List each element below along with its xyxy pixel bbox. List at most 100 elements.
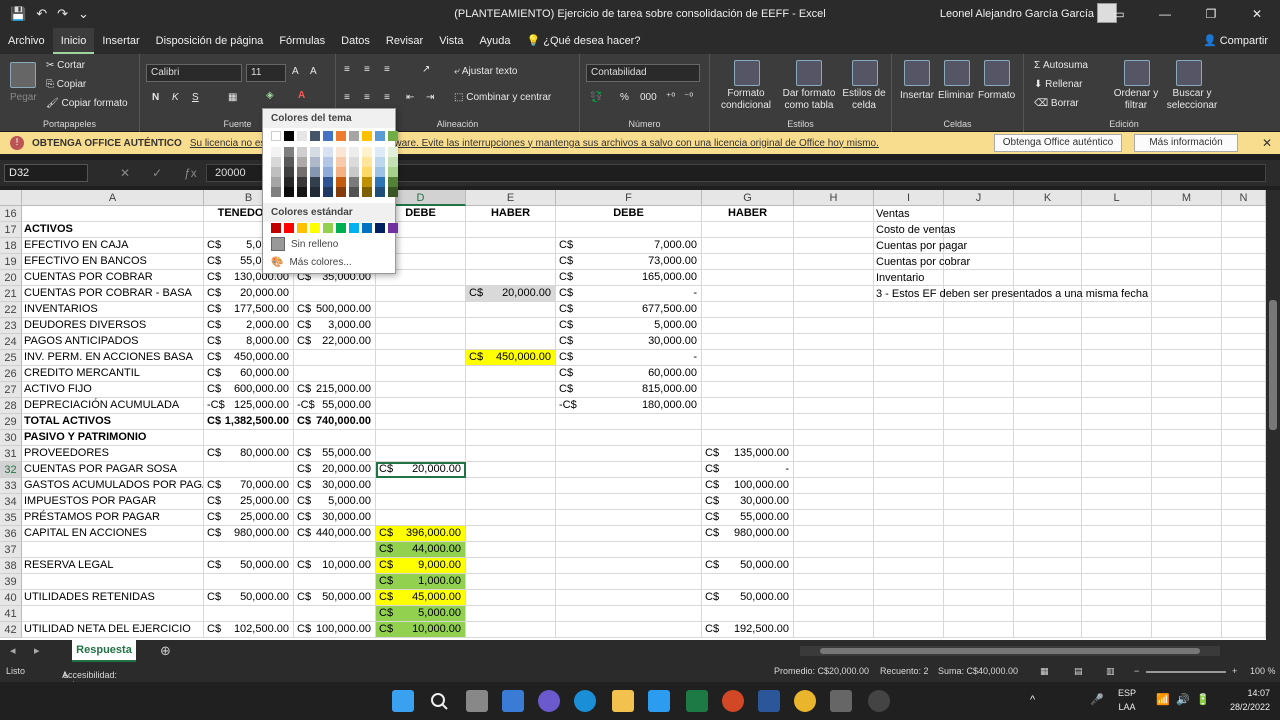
column-header-h[interactable]: H bbox=[794, 190, 874, 206]
cell[interactable] bbox=[1082, 558, 1152, 574]
row-header-19[interactable]: 19 bbox=[0, 254, 22, 270]
next-sheet-icon[interactable]: ▸ bbox=[34, 644, 40, 657]
font-size-select[interactable]: 11 bbox=[246, 64, 286, 82]
cell[interactable] bbox=[376, 286, 466, 302]
theme-color-swatch[interactable] bbox=[323, 131, 333, 141]
cell[interactable] bbox=[944, 430, 1014, 446]
cell[interactable]: INV. PERM. EN ACCIONES BASA bbox=[22, 350, 204, 366]
cell[interactable] bbox=[294, 350, 376, 366]
maximize-button[interactable]: ❐ bbox=[1188, 0, 1234, 28]
sheet-tab-respuesta[interactable]: Respuesta bbox=[72, 640, 136, 662]
theme-color-swatch[interactable] bbox=[349, 167, 359, 177]
cell[interactable] bbox=[376, 414, 466, 430]
theme-color-swatch[interactable] bbox=[310, 147, 320, 157]
cell[interactable] bbox=[1152, 414, 1222, 430]
cell[interactable] bbox=[944, 478, 1014, 494]
cell[interactable] bbox=[466, 446, 556, 462]
cell[interactable] bbox=[874, 542, 944, 558]
row-header-37[interactable]: 37 bbox=[0, 542, 22, 558]
chrome-icon[interactable] bbox=[794, 690, 816, 712]
cell[interactable] bbox=[794, 478, 874, 494]
theme-color-swatch[interactable] bbox=[297, 157, 307, 167]
tab-datos[interactable]: Datos bbox=[333, 28, 378, 54]
cell[interactable] bbox=[1014, 270, 1082, 286]
cell[interactable] bbox=[1222, 286, 1266, 302]
column-header-a[interactable]: A bbox=[22, 190, 204, 206]
cell[interactable] bbox=[944, 494, 1014, 510]
cell[interactable] bbox=[556, 590, 702, 606]
row-header-21[interactable]: 21 bbox=[0, 286, 22, 302]
cell[interactable] bbox=[1082, 270, 1152, 286]
cell[interactable]: INVENTARIOS bbox=[22, 302, 204, 318]
cell[interactable] bbox=[1222, 398, 1266, 414]
cell[interactable]: EFECTIVO EN CAJA bbox=[22, 238, 204, 254]
cell[interactable] bbox=[794, 366, 874, 382]
cell[interactable]: C$ 20,000.00 bbox=[294, 462, 376, 478]
cell[interactable]: C$ 45,000.00 bbox=[376, 590, 466, 606]
user-name[interactable]: Leonel Alejandro García García bbox=[940, 8, 1094, 20]
cell[interactable] bbox=[1152, 510, 1222, 526]
prev-sheet-icon[interactable]: ◂ bbox=[10, 644, 16, 657]
cell[interactable] bbox=[1082, 526, 1152, 542]
theme-color-swatch[interactable] bbox=[323, 187, 333, 197]
cell[interactable] bbox=[1222, 526, 1266, 542]
cell[interactable]: C$ 102,500.00 bbox=[204, 622, 294, 638]
cell[interactable] bbox=[376, 494, 466, 510]
theme-color-swatch[interactable] bbox=[375, 147, 385, 157]
wrap-text-button[interactable]: ⤶ Ajustar texto bbox=[454, 66, 517, 77]
cell[interactable] bbox=[466, 622, 556, 638]
align-center-icon[interactable]: ≡ bbox=[364, 92, 370, 103]
cell[interactable] bbox=[376, 318, 466, 334]
close-button[interactable]: ✕ bbox=[1234, 0, 1280, 28]
no-fill-option[interactable]: Sin relleno bbox=[271, 237, 338, 251]
cell[interactable] bbox=[204, 574, 294, 590]
cell[interactable] bbox=[794, 318, 874, 334]
theme-color-swatch[interactable] bbox=[297, 187, 307, 197]
sort-filter-icon[interactable] bbox=[1124, 60, 1150, 86]
cell[interactable] bbox=[1082, 510, 1152, 526]
format-table-icon[interactable] bbox=[796, 60, 822, 86]
theme-color-swatch[interactable] bbox=[362, 187, 372, 197]
zoom-in-icon[interactable]: + bbox=[1232, 666, 1237, 676]
cell[interactable] bbox=[702, 430, 794, 446]
cell[interactable]: DEPRECIACIÓN ACUMULADA bbox=[22, 398, 204, 414]
worksheet-grid[interactable]: ABCDEFGHIJKLMN16TENEDORADEBEHABERDEBEHAB… bbox=[0, 190, 1266, 640]
cell[interactable] bbox=[794, 238, 874, 254]
cell[interactable] bbox=[794, 382, 874, 398]
theme-color-swatch[interactable] bbox=[336, 131, 346, 141]
calculator-icon[interactable] bbox=[830, 690, 852, 712]
cell[interactable]: C$ 80,000.00 bbox=[204, 446, 294, 462]
language-indicator[interactable]: ESP LAA bbox=[1118, 686, 1136, 714]
cell[interactable] bbox=[944, 302, 1014, 318]
cell[interactable] bbox=[1222, 350, 1266, 366]
cell[interactable] bbox=[466, 382, 556, 398]
column-header-g[interactable]: G bbox=[702, 190, 794, 206]
cell[interactable] bbox=[466, 318, 556, 334]
column-header-f[interactable]: F bbox=[556, 190, 702, 206]
cell[interactable] bbox=[794, 542, 874, 558]
underline-button[interactable]: S bbox=[192, 92, 199, 103]
cell[interactable] bbox=[1014, 222, 1082, 238]
cell[interactable]: RESERVA LEGAL bbox=[22, 558, 204, 574]
theme-color-swatch[interactable] bbox=[362, 177, 372, 187]
cell[interactable] bbox=[794, 510, 874, 526]
cell[interactable] bbox=[466, 462, 556, 478]
align-top-icon[interactable]: ≡ bbox=[344, 64, 350, 75]
cell[interactable] bbox=[22, 542, 204, 558]
cell[interactable] bbox=[944, 414, 1014, 430]
cell[interactable] bbox=[702, 238, 794, 254]
more-colors-option[interactable]: 🎨 Más colores... bbox=[271, 257, 352, 268]
cell[interactable] bbox=[874, 382, 944, 398]
decrease-indent-icon[interactable]: ⇤ bbox=[406, 92, 414, 103]
cell[interactable]: C$ 60,000.00 bbox=[204, 366, 294, 382]
cell[interactable] bbox=[556, 510, 702, 526]
tell-me-search[interactable]: 💡 ¿Qué desea hacer? bbox=[518, 28, 648, 54]
cell[interactable] bbox=[556, 622, 702, 638]
cell[interactable] bbox=[794, 494, 874, 510]
task-view-icon[interactable] bbox=[466, 690, 488, 712]
chat-icon[interactable] bbox=[538, 690, 560, 712]
cell[interactable]: C$ 70,000.00 bbox=[204, 478, 294, 494]
mic-icon[interactable]: 🎤 bbox=[1090, 693, 1104, 706]
standard-color-swatch[interactable] bbox=[271, 223, 281, 233]
cell[interactable] bbox=[944, 526, 1014, 542]
